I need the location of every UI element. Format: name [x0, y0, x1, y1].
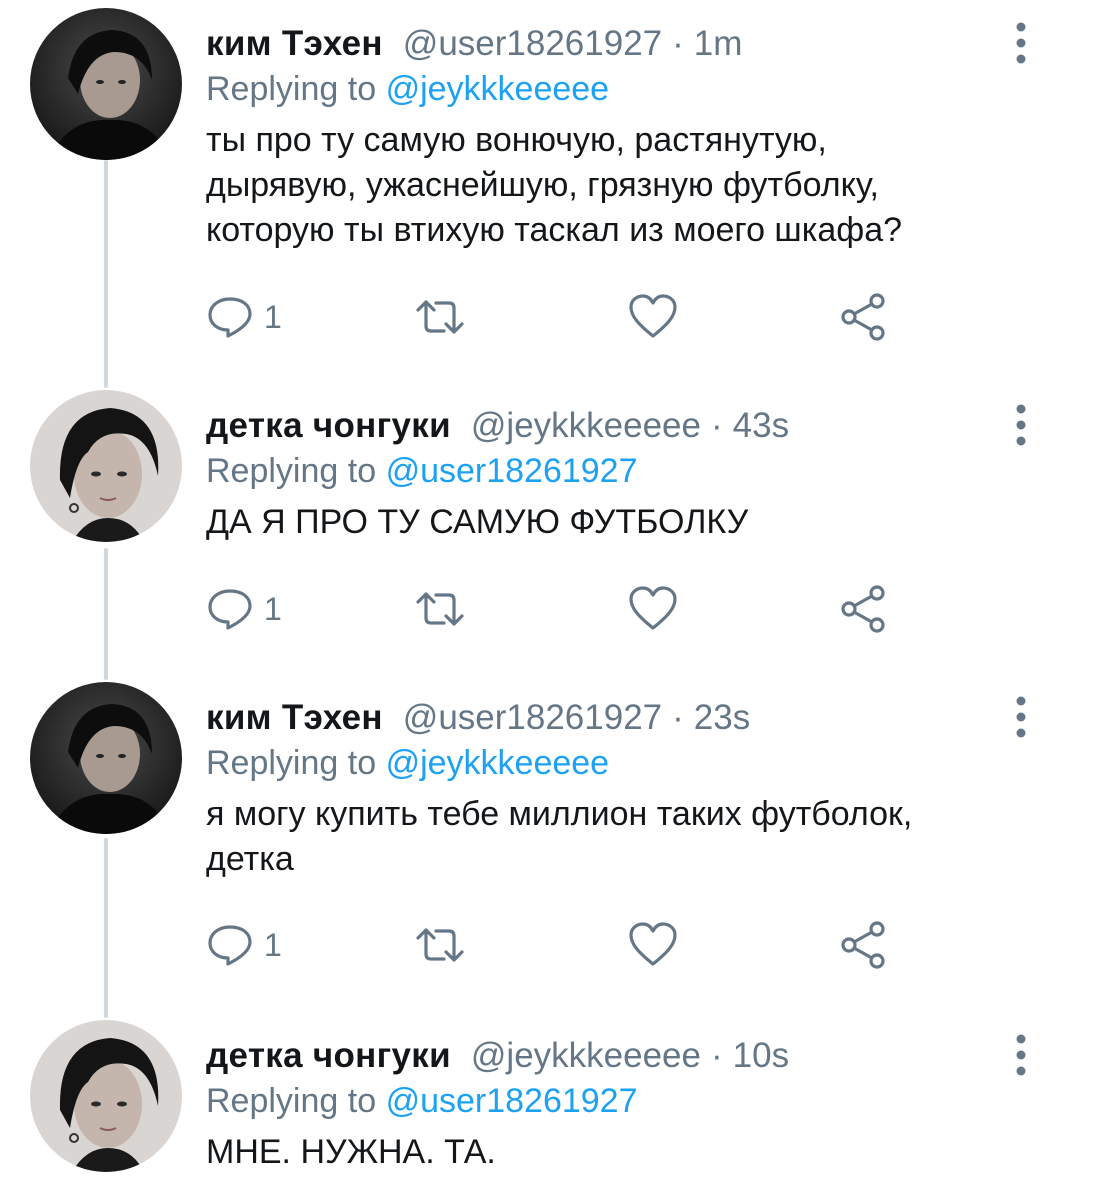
author-name[interactable]: ким Тэхен	[206, 24, 383, 64]
tweet-text: МНЕ. НУЖНА. ТА.	[206, 1130, 1046, 1175]
retweet-icon	[416, 928, 464, 962]
tweet-text-line: ДА Я ПРО ТУ САМУЮ ФУТБОЛКУ	[206, 503, 749, 541]
tweet-actions: 1	[206, 290, 1026, 344]
separator-dot: ·	[672, 24, 684, 63]
avatar[interactable]	[30, 682, 182, 834]
reply-count: 1	[264, 590, 282, 627]
author-name[interactable]: детка чонгуки	[206, 406, 451, 446]
replying-to: Replying to @jeykkkeeeee	[206, 70, 609, 109]
replying-label: Replying to	[206, 1082, 377, 1120]
more-vertical-icon[interactable]	[1006, 692, 1036, 742]
author-handle[interactable]: @user18261927	[403, 698, 662, 738]
author-name[interactable]: ким Тэхен	[206, 698, 383, 738]
more-vertical-icon[interactable]	[1006, 18, 1036, 68]
tweet-text-line: дырявую, ужаснейшую, грязную футболку,	[206, 166, 879, 204]
timestamp[interactable]: 1m	[694, 24, 743, 64]
reply-icon	[208, 925, 252, 966]
avatar-light-face-icon	[30, 390, 182, 542]
replying-to: Replying to @user18261927	[206, 1082, 638, 1121]
mention-link[interactable]: @jeykkkeeeee	[386, 744, 610, 782]
share-icon	[841, 293, 885, 341]
separator-dot: ·	[672, 698, 684, 737]
tweet-text-line: я могу купить тебе миллион таких футболо…	[206, 795, 913, 833]
like-button[interactable]	[628, 290, 678, 344]
share-icon	[841, 585, 885, 633]
mention-link[interactable]: @jeykkkeeeee	[386, 70, 610, 108]
author-handle[interactable]: @jeykkkeeeee	[471, 406, 701, 446]
replying-to: Replying to @jeykkkeeeee	[206, 744, 609, 783]
mention-link[interactable]: @user18261927	[386, 452, 638, 490]
reply-button[interactable]: 1	[206, 582, 282, 636]
tweet[interactable]: детка чонгуки @jeykkkeeeee · 43s Replyin…	[0, 390, 1099, 670]
replying-label: Replying to	[206, 70, 377, 108]
share-button[interactable]	[838, 582, 888, 636]
retweet-button[interactable]	[412, 290, 468, 344]
replying-label: Replying to	[206, 452, 377, 490]
heart-icon	[629, 922, 677, 966]
separator-dot: ·	[711, 406, 723, 445]
tweet-actions: 1	[206, 582, 1026, 636]
tweet-text-line: которую ты втихую таскал из моего шкафа?	[206, 211, 903, 249]
reply-count: 1	[264, 926, 282, 963]
retweet-button[interactable]	[412, 918, 468, 972]
timestamp[interactable]: 23s	[694, 698, 750, 738]
avatar-light-face-icon	[30, 1020, 182, 1172]
reply-count: 1	[264, 298, 282, 335]
author-handle[interactable]: @jeykkkeeeee	[471, 1036, 701, 1076]
reply-icon	[208, 297, 252, 338]
retweet-icon	[416, 300, 464, 334]
avatar-dark-hair-icon	[30, 8, 182, 160]
replying-label: Replying to	[206, 744, 377, 782]
avatar[interactable]	[30, 390, 182, 542]
more-vertical-icon[interactable]	[1006, 400, 1036, 450]
reply-button[interactable]: 1	[206, 290, 282, 344]
tweet[interactable]: ким Тэхен @user18261927 · 1m Replying to…	[0, 8, 1099, 378]
share-button[interactable]	[838, 918, 888, 972]
avatar[interactable]	[30, 8, 182, 160]
tweet-text: я могу купить тебе миллион таких футболо…	[206, 792, 1046, 882]
tweet-text-line: детка	[206, 840, 294, 878]
replying-to: Replying to @user18261927	[206, 452, 638, 491]
tweet-text: ДА Я ПРО ТУ САМУЮ ФУТБОЛКУ	[206, 500, 1046, 545]
avatar-dark-hair-icon	[30, 682, 182, 834]
mention-link[interactable]: @user18261927	[386, 1082, 638, 1120]
author-name[interactable]: детка чонгуки	[206, 1036, 451, 1076]
reply-icon	[208, 589, 252, 630]
tweet[interactable]: детка чонгуки @jeykkkeeeee · 10s Replyin…	[0, 1020, 1099, 1200]
share-button[interactable]	[838, 290, 888, 344]
more-vertical-icon[interactable]	[1006, 1030, 1036, 1080]
tweet-actions: 1	[206, 918, 1026, 972]
author-handle[interactable]: @user18261927	[403, 24, 662, 64]
reply-button[interactable]: 1	[206, 918, 282, 972]
retweet-icon	[416, 592, 464, 626]
retweet-button[interactable]	[412, 582, 468, 636]
heart-icon	[629, 586, 677, 630]
tweet[interactable]: ким Тэхен @user18261927 · 23s Replying t…	[0, 682, 1099, 1002]
like-button[interactable]	[628, 918, 678, 972]
separator-dot: ·	[711, 1036, 723, 1075]
like-button[interactable]	[628, 582, 678, 636]
tweet-text: ты про ту самую вонючую, растянутую, дыр…	[206, 118, 1046, 253]
timestamp[interactable]: 43s	[733, 406, 789, 446]
avatar[interactable]	[30, 1020, 182, 1172]
share-icon	[841, 921, 885, 969]
timestamp[interactable]: 10s	[733, 1036, 789, 1076]
heart-icon	[629, 294, 677, 338]
tweet-text-line: ты про ту самую вонючую, растянутую,	[206, 121, 827, 159]
tweet-text-line: МНЕ. НУЖНА. ТА.	[206, 1133, 496, 1171]
